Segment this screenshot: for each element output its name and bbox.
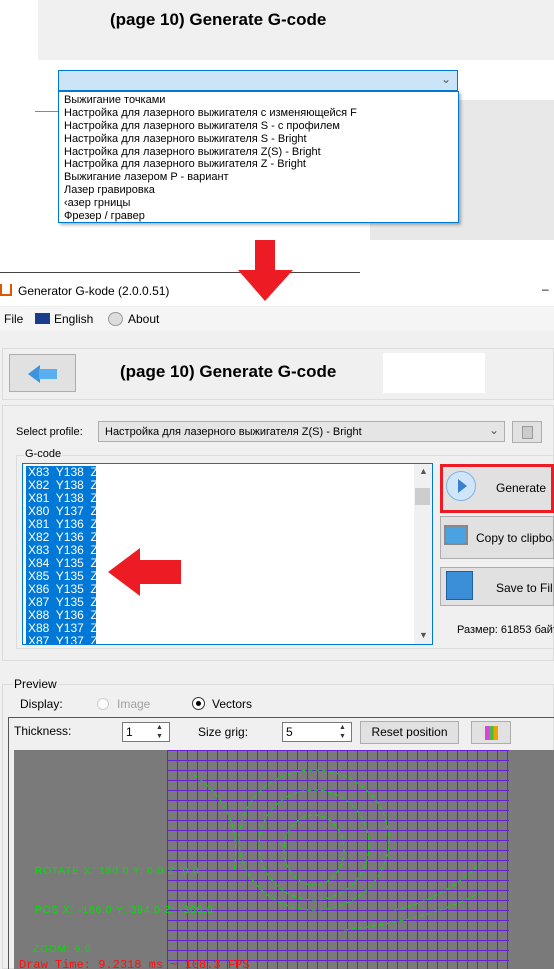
scroll-thumb[interactable] <box>415 488 430 505</box>
dropdown-item[interactable]: Выжигание лазером P - вариант <box>64 171 453 184</box>
gcode-textarea[interactable]: X83 Y138 Z0 X82 Y138 Z0 X81 Y138 Z0 X80 Y13… <box>22 463 433 645</box>
zoom-readout: ZOOM: 6.0 <box>33 944 92 955</box>
app-icon <box>0 284 12 296</box>
save-profile-button[interactable] <box>512 421 542 443</box>
stepper-arrows-icon[interactable]: ▲ ▼ <box>156 723 163 741</box>
file-size: Размер: 61853 байт <box>457 624 554 636</box>
save-label: Save to File <box>496 581 554 595</box>
page-title-previous: (page 10) Generate G-code <box>110 10 327 29</box>
radio-image-label: Image <box>117 697 151 711</box>
display-label: Display: <box>20 697 63 711</box>
dropdown-item[interactable]: Лазер гравировка <box>64 184 453 197</box>
gcode-label: G-code <box>24 448 63 460</box>
play-triangle <box>458 479 467 493</box>
dropdown-item[interactable]: Настройка для лазерного выжигателя S - с… <box>64 120 453 133</box>
thickness-stepper[interactable]: 1 ▲ ▼ <box>122 722 170 742</box>
gcode-line: X87 Y137 Z0 <box>28 634 105 645</box>
thickness-value: 1 <box>126 725 133 739</box>
generate-label: Generate <box>496 481 547 495</box>
scroll-down-icon[interactable]: ▼ <box>419 630 428 640</box>
draw-time-readout: Draw Time: 9.2318 ms ~ 108.3 FPS <box>19 958 250 969</box>
radio-vectors[interactable] <box>192 697 205 710</box>
copy-label: Copy to clipboard <box>476 531 553 545</box>
radio-vectors-label: Vectors <box>212 697 253 711</box>
vector-drawing <box>193 769 485 931</box>
stepper-arrows-icon[interactable]: ▲ ▼ <box>339 723 346 741</box>
profile-select-open[interactable]: ⌄ <box>58 70 458 91</box>
profile-dropdown-list: Выжигание точками Настройка для лазерног… <box>58 91 459 223</box>
dropdown-item[interactable]: Настройка для лазерного выжигателя Z(S) … <box>64 146 453 159</box>
annotation-arrow-left <box>108 548 181 596</box>
profile-label: Select profile: <box>16 426 83 438</box>
menu-file[interactable]: File <box>4 312 23 326</box>
dropdown-item[interactable]: ‹азер грницы <box>64 197 453 210</box>
dropdown-item[interactable]: Настройка для лазерного выжигателя Z - B… <box>64 158 453 171</box>
dropdown-item[interactable]: Фрезер / гравер <box>64 210 453 223</box>
profile-value: Настройка для лазерного выжигателя Z(S) … <box>105 426 362 438</box>
color-palette-button[interactable] <box>471 721 511 744</box>
position-readout: POS X: -166.0 Y: 394.0 Z: -300.0 <box>35 905 214 916</box>
vector-preview-canvas[interactable]: ROTATE X: 180.0 Y: 0.0 Z: 0.0 POS X: -16… <box>14 750 554 969</box>
palette-icon <box>485 726 498 740</box>
computer-icon <box>444 525 468 545</box>
page-title: (page 10) Generate G-code <box>120 362 337 381</box>
dropdown-item[interactable]: Настройка для лазерного выжигателя S - B… <box>64 133 453 146</box>
annotation-arrow-down <box>238 240 293 301</box>
blank-box <box>383 353 485 393</box>
back-button[interactable] <box>9 354 76 392</box>
chevron-down-icon: ⌄ <box>488 423 499 437</box>
grid-size-stepper[interactable]: 5 ▲ ▼ <box>282 722 352 742</box>
profile-select[interactable]: Настройка для лазерного выжигателя Z(S) … <box>98 421 505 442</box>
scrollbar[interactable]: ▲ ▼ <box>414 464 432 644</box>
rotate-readout: ROTATE X: 180.0 Y: 0.0 Z: 0.0 <box>35 866 200 877</box>
dropdown-item[interactable]: Выжигание точками <box>64 94 453 107</box>
previous-screen-background <box>38 0 554 60</box>
dropdown-item[interactable]: Настройка для лазерного выжигателя с изм… <box>64 107 453 120</box>
reset-position-button[interactable]: Reset position <box>360 721 459 744</box>
profile-icon <box>522 426 533 439</box>
about-icon <box>108 312 123 326</box>
grid-size-value: 5 <box>286 725 293 739</box>
menu-bar: File English About <box>0 307 554 331</box>
divider <box>35 111 58 112</box>
preview-label: Preview <box>13 677 58 691</box>
window-title: Generator G-kode (2.0.0.51) <box>18 284 170 298</box>
save-to-file-button[interactable]: Save to File <box>440 567 554 606</box>
minimize-button[interactable]: – <box>542 282 549 296</box>
chevron-down-icon: ⌄ <box>440 72 451 86</box>
floppy-disk-icon <box>446 571 473 600</box>
radio-image[interactable] <box>97 698 109 710</box>
grid-size-label: Size grig: <box>198 725 249 739</box>
menu-about[interactable]: About <box>128 312 159 326</box>
scroll-up-icon[interactable]: ▲ <box>419 466 428 476</box>
uk-flag-icon <box>35 313 50 324</box>
copy-to-clipboard-button[interactable]: Copy to clipboard <box>440 516 554 559</box>
menu-english[interactable]: English <box>54 312 93 326</box>
divider <box>0 272 360 273</box>
arrow-left-icon-stem <box>39 369 57 379</box>
radio-dot <box>196 701 201 706</box>
generate-button[interactable]: Generate <box>440 464 554 513</box>
thickness-label: Thickness: <box>14 724 72 738</box>
reset-label: Reset position <box>371 725 448 739</box>
